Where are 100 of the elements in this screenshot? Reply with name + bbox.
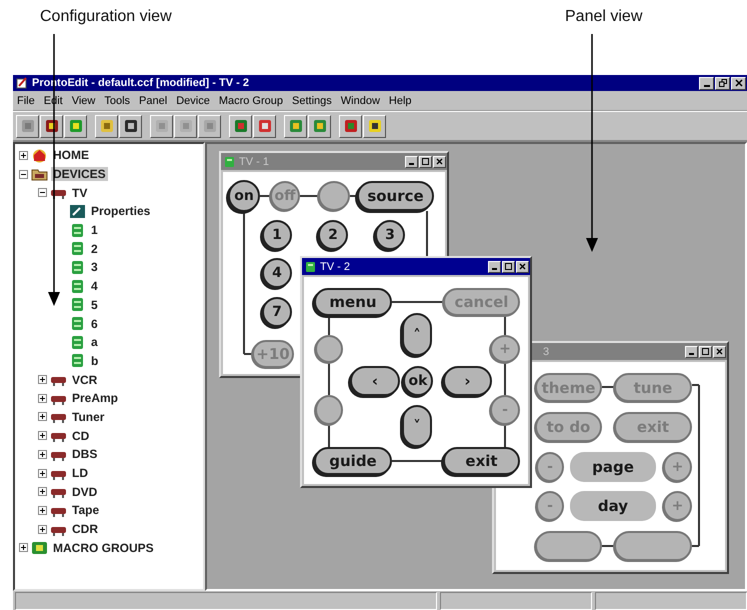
panel-title: 3 xyxy=(543,346,550,358)
remote-button[interactable]: 4 xyxy=(262,258,292,288)
maximize-button[interactable] xyxy=(502,260,515,272)
minimize-button[interactable] xyxy=(685,346,698,358)
remote-button[interactable]: 7 xyxy=(262,297,292,327)
remote-button[interactable]: ˄ xyxy=(402,313,432,356)
toolbar-button[interactable] xyxy=(229,114,252,138)
collapse-icon[interactable] xyxy=(19,170,28,179)
tree-item[interactable]: MACRO GROUPS xyxy=(51,540,156,555)
minimize-button[interactable] xyxy=(405,156,418,168)
remote-button[interactable]: menu xyxy=(314,288,392,316)
menu-item[interactable]: Help xyxy=(388,94,412,106)
tree-item[interactable]: Tape xyxy=(70,503,102,518)
close-icon xyxy=(519,263,526,270)
tree-item[interactable]: Properties xyxy=(89,204,152,218)
collapse-icon[interactable] xyxy=(38,188,47,198)
menu-item[interactable]: File xyxy=(17,94,35,106)
maximize-button[interactable] xyxy=(699,346,712,358)
remote-button[interactable]: 1 xyxy=(262,220,292,250)
connector-line xyxy=(300,195,318,197)
toolbar-button[interactable] xyxy=(16,114,39,138)
expand-icon[interactable] xyxy=(38,506,47,515)
expand-icon[interactable] xyxy=(38,450,47,459)
menu-item[interactable]: Macro Group xyxy=(218,94,284,106)
expand-icon[interactable] xyxy=(38,524,47,534)
blank-remote-button[interactable] xyxy=(318,181,350,211)
minimize-button[interactable] xyxy=(488,260,501,272)
tree-item[interactable]: 2 xyxy=(89,242,100,256)
toolbar-button[interactable] xyxy=(150,114,173,138)
restore-icon xyxy=(718,79,726,87)
remote-button[interactable]: guide xyxy=(314,447,392,475)
tree-item[interactable]: 3 xyxy=(89,260,100,274)
tree-item[interactable]: 5 xyxy=(89,298,100,312)
tree-item[interactable]: LD xyxy=(70,466,90,480)
connector-line xyxy=(504,425,506,447)
toolbar-button[interactable] xyxy=(95,114,118,138)
connector-line xyxy=(504,363,506,395)
toolbar-button[interactable] xyxy=(198,114,221,138)
toolbar-button[interactable] xyxy=(284,114,307,138)
close-button[interactable] xyxy=(731,76,746,90)
tree-item[interactable]: DVD xyxy=(70,484,100,499)
expand-icon[interactable] xyxy=(38,431,47,440)
remote-button[interactable]: ˅ xyxy=(402,405,432,447)
tree-item[interactable]: DBS xyxy=(70,447,100,462)
toolbar-button[interactable] xyxy=(363,114,386,138)
tree-item[interactable]: a xyxy=(89,335,100,350)
expand-icon[interactable] xyxy=(38,394,47,403)
tree-item[interactable]: CDR xyxy=(70,522,100,536)
remote-button[interactable]: 3 xyxy=(375,220,405,250)
restore-button[interactable] xyxy=(715,76,730,90)
toolbar-button[interactable] xyxy=(64,114,87,138)
toolbar-button[interactable] xyxy=(119,114,142,138)
remote-button[interactable]: exit xyxy=(443,447,520,475)
remote-button[interactable]: page xyxy=(570,452,656,482)
maximize-button[interactable] xyxy=(419,156,432,168)
connector-line xyxy=(260,195,270,197)
toolbar-button[interactable] xyxy=(40,114,63,138)
menu-item[interactable]: Tools xyxy=(104,94,130,106)
tree-item[interactable]: b xyxy=(89,354,100,368)
tree-item[interactable]: 1 xyxy=(89,223,100,238)
tree-item[interactable]: 4 xyxy=(89,279,100,294)
house-icon xyxy=(31,148,48,163)
app-icon xyxy=(16,77,28,89)
minimize-button[interactable] xyxy=(699,76,714,90)
close-button[interactable] xyxy=(713,346,726,358)
remote-button[interactable]: ‹ xyxy=(350,366,400,396)
tree-item[interactable]: VCR xyxy=(70,372,100,387)
toolbar-button[interactable] xyxy=(253,114,276,138)
expand-icon[interactable] xyxy=(19,543,28,552)
macro-group-icon xyxy=(31,540,48,556)
blank-remote-button[interactable] xyxy=(535,531,602,561)
menu-item[interactable]: Device xyxy=(176,94,210,106)
close-button[interactable] xyxy=(516,260,529,272)
blank-remote-button[interactable] xyxy=(315,395,343,425)
remote-button[interactable]: › xyxy=(443,366,492,396)
expand-icon[interactable] xyxy=(38,468,47,478)
tree-item[interactable]: Tuner xyxy=(70,410,106,424)
toolbar-button[interactable] xyxy=(174,114,197,138)
menu-item[interactable]: Window xyxy=(340,94,380,106)
toolbar-button[interactable] xyxy=(339,114,362,138)
remote-button[interactable]: day xyxy=(570,491,656,521)
tree-item[interactable]: PreAmp xyxy=(70,391,120,406)
blank-remote-button[interactable] xyxy=(614,531,692,561)
remote-button[interactable]: 2 xyxy=(318,220,348,250)
tree-item[interactable]: 6 xyxy=(89,316,100,331)
tree-item[interactable]: TV xyxy=(70,186,90,200)
tree-item[interactable]: CD xyxy=(70,428,92,443)
remote-button[interactable]: ok xyxy=(403,366,433,396)
expand-icon[interactable] xyxy=(38,487,47,496)
expand-icon[interactable] xyxy=(19,150,28,160)
expand-icon[interactable] xyxy=(38,412,47,422)
close-button[interactable] xyxy=(433,156,446,168)
menu-item[interactable]: Panel xyxy=(139,94,168,106)
menu-item[interactable]: Settings xyxy=(292,94,332,106)
remote-button[interactable]: source xyxy=(357,181,434,211)
blank-remote-button[interactable] xyxy=(315,335,343,363)
expand-icon[interactable] xyxy=(38,375,47,384)
menu-item[interactable]: View xyxy=(72,94,96,106)
remote-button[interactable]: on xyxy=(228,180,260,212)
toolbar-button[interactable] xyxy=(308,114,331,138)
